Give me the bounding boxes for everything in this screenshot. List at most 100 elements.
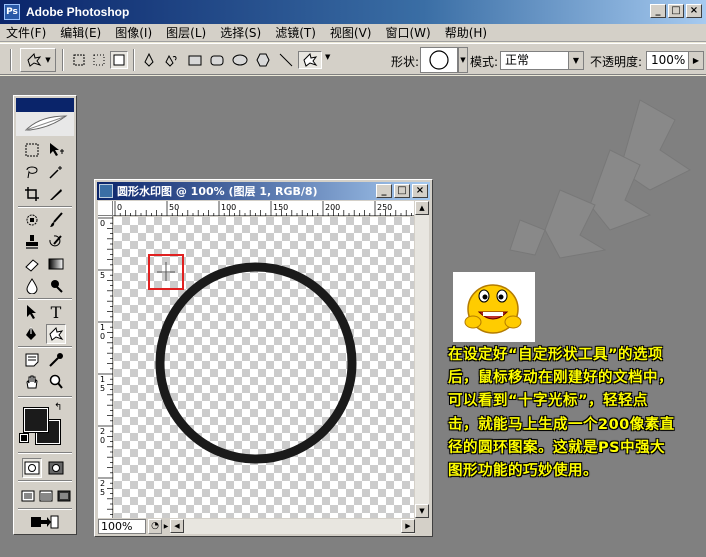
notes-tool[interactable] xyxy=(22,350,42,370)
pen-tool-button[interactable] xyxy=(140,51,158,69)
clone-stamp-icon xyxy=(26,235,38,249)
fill-pixels-button[interactable] xyxy=(110,51,128,69)
line-tool-button[interactable] xyxy=(277,51,295,69)
shape-layers-button[interactable] xyxy=(70,51,88,69)
vertical-scrollbar[interactable]: ▲ ▼ xyxy=(415,201,429,518)
scroll-down-arrow-icon[interactable]: ▼ xyxy=(415,504,429,518)
crop-icon xyxy=(25,187,39,201)
crop-tool[interactable] xyxy=(22,184,42,204)
vertical-ruler[interactable]: 0510152025 xyxy=(98,216,113,518)
hand-tool[interactable] xyxy=(22,372,42,392)
fill-pixels-icon xyxy=(113,54,125,66)
ruler-label: 2 xyxy=(100,427,105,436)
chevron-down-icon[interactable]: ▼ xyxy=(325,53,330,61)
pen-tool[interactable] xyxy=(22,324,42,344)
jump-to-imageready-button[interactable] xyxy=(22,512,66,532)
gradient-tool[interactable] xyxy=(46,254,66,274)
options-bar: ▼ ▼ 形状: ▼ 模式: 正常 ▼ 不透明度: 100% ▶ xyxy=(0,43,706,75)
screen-mode-full[interactable] xyxy=(54,486,74,506)
brush-tool[interactable] xyxy=(46,210,66,230)
type-icon: T xyxy=(50,302,62,322)
custom-shape-tool-button[interactable] xyxy=(298,51,322,69)
clone-stamp-tool[interactable] xyxy=(22,232,42,252)
watermark-logo xyxy=(509,99,691,259)
toolbox-header-logo xyxy=(16,98,74,136)
status-info-button[interactable]: ◔ xyxy=(148,519,162,534)
dodge-tool[interactable] xyxy=(46,276,66,296)
default-colors-icon[interactable] xyxy=(19,433,29,443)
horizontal-ruler[interactable]: 0 50 100 150 200 250 xyxy=(113,201,414,216)
eraser-tool[interactable] xyxy=(22,254,42,274)
menu-help[interactable]: 帮助(H) xyxy=(445,24,487,41)
minimize-button[interactable]: _ xyxy=(650,4,666,18)
zoom-tool[interactable] xyxy=(46,372,66,392)
type-tool[interactable]: T xyxy=(46,302,66,322)
ruler-origin[interactable] xyxy=(98,201,113,216)
ruler-label: 2 xyxy=(100,479,105,488)
swap-colors-icon[interactable]: ↰ xyxy=(54,402,62,413)
quick-mask-button[interactable] xyxy=(46,458,66,478)
horizontal-scrollbar[interactable]: ◀ ▶ xyxy=(170,519,415,534)
shape-picker-dropdown[interactable]: ▼ xyxy=(458,47,468,73)
freeform-pen-button[interactable] xyxy=(162,51,180,69)
scroll-right-arrow-icon[interactable]: ▶ xyxy=(401,519,415,533)
blur-tool[interactable] xyxy=(22,276,42,296)
menu-filter[interactable]: 滤镜(T) xyxy=(275,24,316,41)
ellipse-tool-button[interactable] xyxy=(231,51,249,69)
scroll-left-arrow-icon[interactable]: ◀ xyxy=(170,519,184,533)
opacity-slider-arrow-icon[interactable]: ▶ xyxy=(688,52,703,69)
zoom-field[interactable]: 100% xyxy=(98,519,146,534)
rounded-rectangle-button[interactable] xyxy=(208,51,226,69)
rectangle-tool-button[interactable] xyxy=(186,51,204,69)
marquee-tool[interactable] xyxy=(22,140,42,160)
menu-window[interactable]: 窗口(W) xyxy=(385,24,430,41)
paths-button[interactable] xyxy=(90,51,108,69)
custom-shape-tool[interactable] xyxy=(46,324,66,344)
close-button[interactable]: × xyxy=(686,4,702,18)
ruler-label: 5 xyxy=(100,271,105,280)
menu-layer[interactable]: 图层(L) xyxy=(166,24,206,41)
standard-mode-button[interactable] xyxy=(22,458,42,478)
magic-wand-tool[interactable] xyxy=(46,162,66,182)
ruler-label: 100 xyxy=(221,203,236,212)
app-title-bar: Ps Adobe Photoshop _ □ × xyxy=(0,0,706,24)
path-select-tool[interactable] xyxy=(22,302,42,322)
history-brush-tool[interactable] xyxy=(46,232,66,252)
divider xyxy=(18,508,72,510)
healing-brush-tool[interactable] xyxy=(22,210,42,230)
document-canvas[interactable] xyxy=(114,217,414,518)
polygon-tool-button[interactable] xyxy=(254,51,272,69)
menu-edit[interactable]: 编辑(E) xyxy=(60,24,101,41)
opacity-label: 不透明度: xyxy=(590,55,643,69)
menu-image[interactable]: 图像(I) xyxy=(115,24,152,41)
divider xyxy=(18,206,72,208)
move-tool[interactable] xyxy=(46,140,66,160)
screen-mode-full-menu[interactable] xyxy=(36,486,56,506)
blend-mode-select[interactable]: 正常 ▼ xyxy=(500,51,584,70)
maximize-button[interactable]: □ xyxy=(668,4,684,18)
status-menu-arrow-icon[interactable]: ▶ xyxy=(162,519,170,534)
menu-file[interactable]: 文件(F) xyxy=(6,24,46,41)
slice-tool[interactable] xyxy=(46,184,66,204)
imageready-icon xyxy=(31,515,59,529)
slice-icon xyxy=(50,189,62,200)
tool-preset-picker[interactable]: ▼ xyxy=(20,48,56,72)
menu-bar: 文件(F) 编辑(E) 图像(I) 图层(L) 选择(S) 滤镜(T) 视图(V… xyxy=(0,24,706,42)
doc-maximize-button[interactable]: □ xyxy=(394,184,410,198)
shape-picker[interactable] xyxy=(420,47,458,73)
blend-mode-value: 正常 xyxy=(505,53,530,67)
lasso-tool[interactable] xyxy=(22,162,42,182)
menu-select[interactable]: 选择(S) xyxy=(220,24,261,41)
doc-close-button[interactable]: × xyxy=(412,184,428,198)
menu-view[interactable]: 视图(V) xyxy=(330,24,372,41)
eraser-icon xyxy=(25,259,39,272)
eyedropper-tool[interactable] xyxy=(46,350,66,370)
chevron-down-icon: ▼ xyxy=(568,52,583,69)
circle-frame-shape-icon xyxy=(429,50,449,70)
foreground-color-swatch[interactable] xyxy=(23,407,49,433)
opacity-field[interactable]: 100% ▶ xyxy=(646,51,704,70)
doc-minimize-button[interactable]: _ xyxy=(376,184,392,198)
scroll-up-arrow-icon[interactable]: ▲ xyxy=(415,201,429,215)
document-status-bar: 100% ◔ ▶ ◀ ▶ xyxy=(98,519,430,534)
screen-mode-standard[interactable] xyxy=(18,486,38,506)
